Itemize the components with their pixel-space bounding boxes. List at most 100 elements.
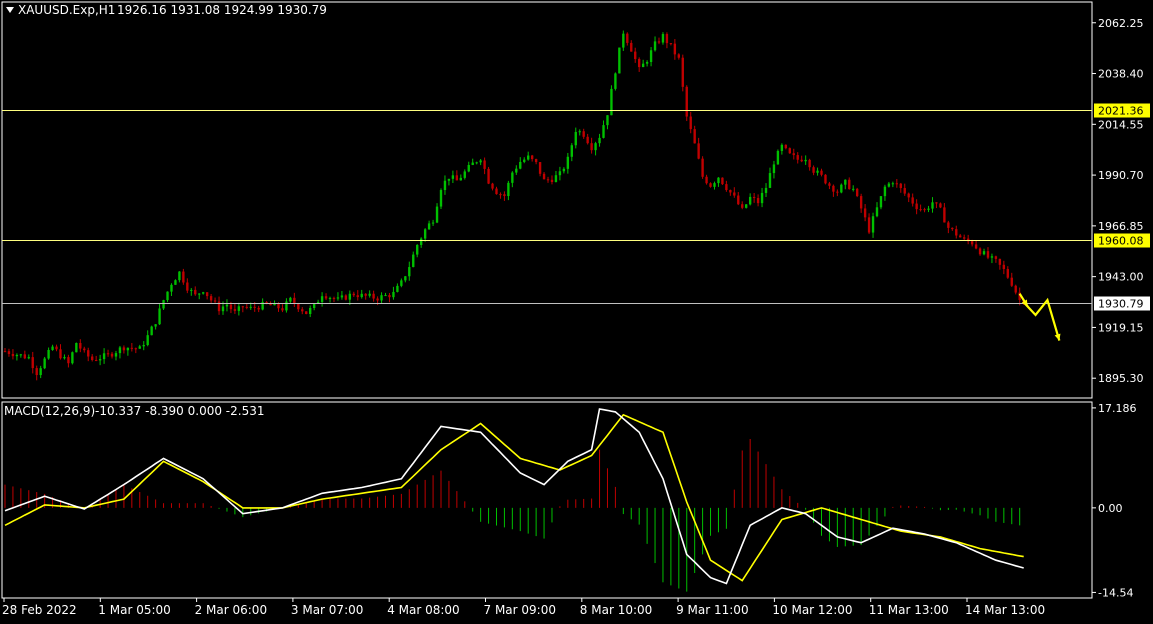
candle[interactable] — [435, 206, 439, 223]
candle[interactable] — [792, 153, 795, 156]
candle[interactable] — [923, 209, 926, 211]
chart-window[interactable]: 2021.36 1960.08 1930.79 2062.25 2038.40 2014.… — [0, 0, 1153, 620]
candle[interactable] — [356, 295, 359, 298]
candle[interactable] — [463, 171, 466, 178]
candle[interactable] — [360, 293, 363, 298]
candle[interactable] — [982, 251, 986, 255]
candle[interactable] — [598, 137, 601, 144]
candle[interactable] — [752, 196, 756, 199]
candle[interactable] — [309, 307, 312, 314]
candle[interactable] — [534, 159, 538, 163]
candle[interactable] — [883, 186, 887, 197]
candle[interactable] — [978, 248, 982, 255]
candle[interactable] — [673, 43, 677, 55]
candle[interactable] — [887, 183, 891, 187]
candle[interactable] — [919, 209, 922, 211]
candle[interactable] — [523, 159, 526, 162]
candle[interactable] — [721, 177, 724, 185]
candle[interactable] — [142, 344, 145, 347]
candle[interactable] — [344, 295, 348, 300]
candle[interactable] — [641, 63, 645, 68]
candle[interactable] — [245, 306, 248, 308]
candle[interactable] — [130, 347, 134, 349]
candle[interactable] — [190, 289, 193, 291]
candle[interactable] — [590, 143, 593, 151]
candle[interactable] — [122, 347, 126, 351]
candle[interactable] — [154, 324, 157, 327]
candle[interactable] — [693, 129, 696, 144]
candle[interactable] — [249, 306, 252, 308]
candle[interactable] — [879, 196, 883, 208]
candle[interactable] — [986, 251, 990, 258]
candle[interactable] — [328, 297, 332, 299]
candle[interactable] — [55, 346, 58, 350]
candle[interactable] — [780, 144, 784, 151]
candle[interactable] — [265, 302, 268, 304]
candle[interactable] — [824, 174, 827, 184]
candle[interactable] — [51, 346, 54, 350]
candle[interactable] — [697, 143, 700, 159]
candle[interactable] — [511, 172, 514, 183]
candle[interactable] — [59, 349, 62, 359]
candle[interactable] — [475, 162, 478, 164]
candle[interactable] — [281, 308, 284, 311]
candle[interactable] — [471, 162, 474, 166]
candle[interactable] — [3, 351, 7, 353]
candle[interactable] — [1002, 264, 1006, 270]
candle[interactable] — [320, 296, 324, 302]
candle[interactable] — [527, 155, 530, 160]
candle[interactable] — [554, 175, 558, 183]
candle[interactable] — [368, 293, 371, 296]
candle[interactable] — [1014, 285, 1017, 293]
candle[interactable] — [495, 188, 498, 195]
candle[interactable] — [816, 170, 819, 173]
candle[interactable] — [768, 173, 772, 188]
candle[interactable] — [867, 217, 871, 233]
candle[interactable] — [582, 131, 585, 137]
candle[interactable] — [741, 204, 744, 208]
candle[interactable] — [324, 296, 328, 299]
candle[interactable] — [586, 136, 589, 144]
candle[interactable] — [467, 165, 470, 172]
candle[interactable] — [459, 177, 463, 181]
candle[interactable] — [550, 179, 554, 183]
candle[interactable] — [75, 342, 78, 353]
candle[interactable] — [289, 297, 292, 302]
candle[interactable] — [574, 131, 577, 146]
candle[interactable] — [1010, 277, 1013, 286]
candle[interactable] — [487, 168, 490, 184]
candle[interactable] — [91, 356, 94, 361]
candle[interactable] — [332, 297, 336, 299]
candle[interactable] — [182, 271, 185, 283]
candle[interactable] — [380, 295, 383, 301]
candle[interactable] — [713, 183, 716, 187]
candle[interactable] — [102, 353, 106, 360]
candle[interactable] — [87, 350, 90, 357]
candle[interactable] — [745, 204, 748, 208]
candle[interactable] — [98, 359, 102, 361]
candle[interactable] — [994, 256, 998, 259]
candle[interactable] — [891, 183, 895, 185]
candle[interactable] — [907, 193, 910, 198]
candle[interactable] — [859, 196, 863, 209]
candle[interactable] — [427, 223, 431, 230]
candle[interactable] — [431, 222, 435, 224]
candle[interactable] — [756, 198, 760, 204]
candle[interactable] — [31, 357, 34, 369]
candle[interactable] — [186, 282, 189, 291]
candle[interactable] — [11, 353, 15, 357]
candle[interactable] — [515, 168, 518, 173]
candle[interactable] — [447, 178, 451, 181]
candle[interactable] — [63, 357, 66, 359]
candle[interactable] — [7, 351, 11, 354]
candle[interactable] — [871, 216, 875, 233]
candle[interactable] — [1006, 269, 1009, 278]
candle[interactable] — [828, 183, 831, 186]
candle[interactable] — [800, 159, 803, 162]
candle[interactable] — [637, 59, 641, 68]
candle[interactable] — [820, 170, 823, 175]
candle[interactable] — [372, 293, 375, 299]
candle[interactable] — [788, 148, 791, 154]
candle[interactable] — [201, 292, 205, 294]
candle[interactable] — [626, 33, 629, 43]
